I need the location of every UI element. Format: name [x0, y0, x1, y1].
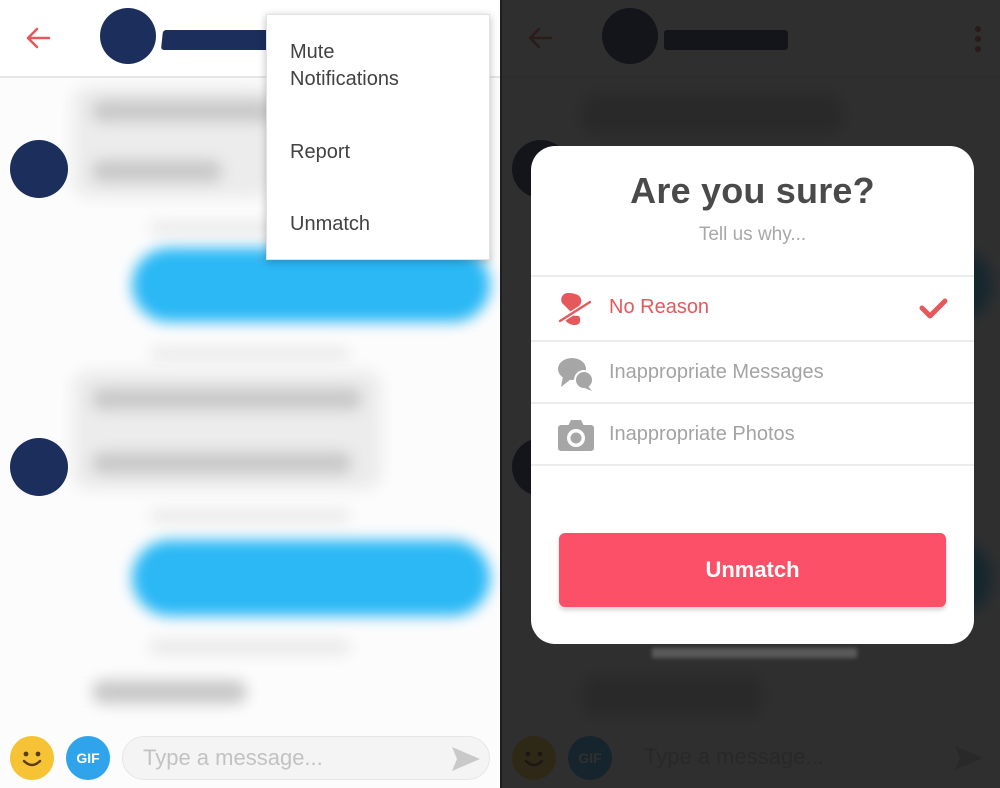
menu-item-label: Notifications: [290, 68, 399, 90]
contact-name-redacted[interactable]: [160, 30, 274, 50]
contact-avatar-redacted[interactable]: [100, 8, 156, 64]
unmatch-dialog: Are you sure? Tell us why... No Reason I…: [531, 146, 974, 644]
back-button[interactable]: [22, 22, 54, 54]
received-message-redacted: [92, 452, 352, 474]
list-scroll-fade: [531, 478, 974, 502]
left-screen: Mute Notifications Report Unmatch GIF: [0, 0, 500, 788]
reason-label: No Reason: [609, 296, 710, 318]
timestamp-redacted: [150, 348, 350, 360]
dialog-subtitle: Tell us why...: [698, 224, 807, 245]
arrow-left-icon: [26, 27, 51, 49]
send-arrow-icon: [452, 747, 480, 771]
chat-bubbles-icon: [558, 358, 594, 391]
sent-message-redacted[interactable]: [132, 540, 490, 616]
dialog-title: Are you sure?: [630, 170, 875, 211]
received-message-redacted: [92, 160, 222, 182]
camera-icon: [558, 420, 594, 451]
contact-avatar-redacted: [10, 140, 68, 198]
menu-item-report[interactable]: Report: [267, 139, 489, 166]
chat-options-menu: Mute Notifications Report Unmatch: [266, 14, 490, 260]
reason-option-no-reason[interactable]: No Reason: [531, 275, 974, 338]
reason-label: Inappropriate Messages: [609, 361, 824, 383]
contact-avatar-redacted: [10, 438, 68, 496]
reason-option-inappropriate-messages[interactable]: Inappropriate Messages: [531, 340, 974, 403]
menu-item-label: Mute: [290, 41, 335, 63]
unmatch-confirm-button[interactable]: Unmatch: [559, 533, 946, 607]
timestamp-redacted: [150, 640, 350, 654]
checkmark-icon: [919, 298, 948, 319]
reason-label: Inappropriate Photos: [609, 423, 795, 445]
message-input[interactable]: [143, 737, 433, 779]
menu-item-mute-notifications[interactable]: Mute Notifications: [267, 39, 489, 93]
blurred-timestamp: [652, 648, 857, 658]
received-message-redacted: [92, 100, 272, 122]
right-screen: GIF Are you sure? Tell us why...: [502, 0, 1000, 788]
reason-list[interactable]: No Reason Inappropriate Messages Inappro…: [531, 275, 974, 497]
message-input-container: [122, 736, 490, 780]
received-message-redacted: [92, 680, 247, 704]
reason-option-inappropriate-photos[interactable]: Inappropriate Photos: [531, 402, 974, 465]
gif-button[interactable]: GIF: [66, 736, 110, 780]
received-message-redacted: [92, 388, 362, 410]
broken-heart-slash-icon: [558, 293, 592, 325]
smiley-face-icon: [22, 751, 42, 767]
send-button[interactable]: [451, 745, 481, 773]
menu-item-unmatch[interactable]: Unmatch: [267, 211, 489, 238]
emoji-button[interactable]: [10, 736, 54, 780]
message-composer: GIF: [0, 730, 500, 788]
timestamp-redacted: [150, 510, 350, 522]
